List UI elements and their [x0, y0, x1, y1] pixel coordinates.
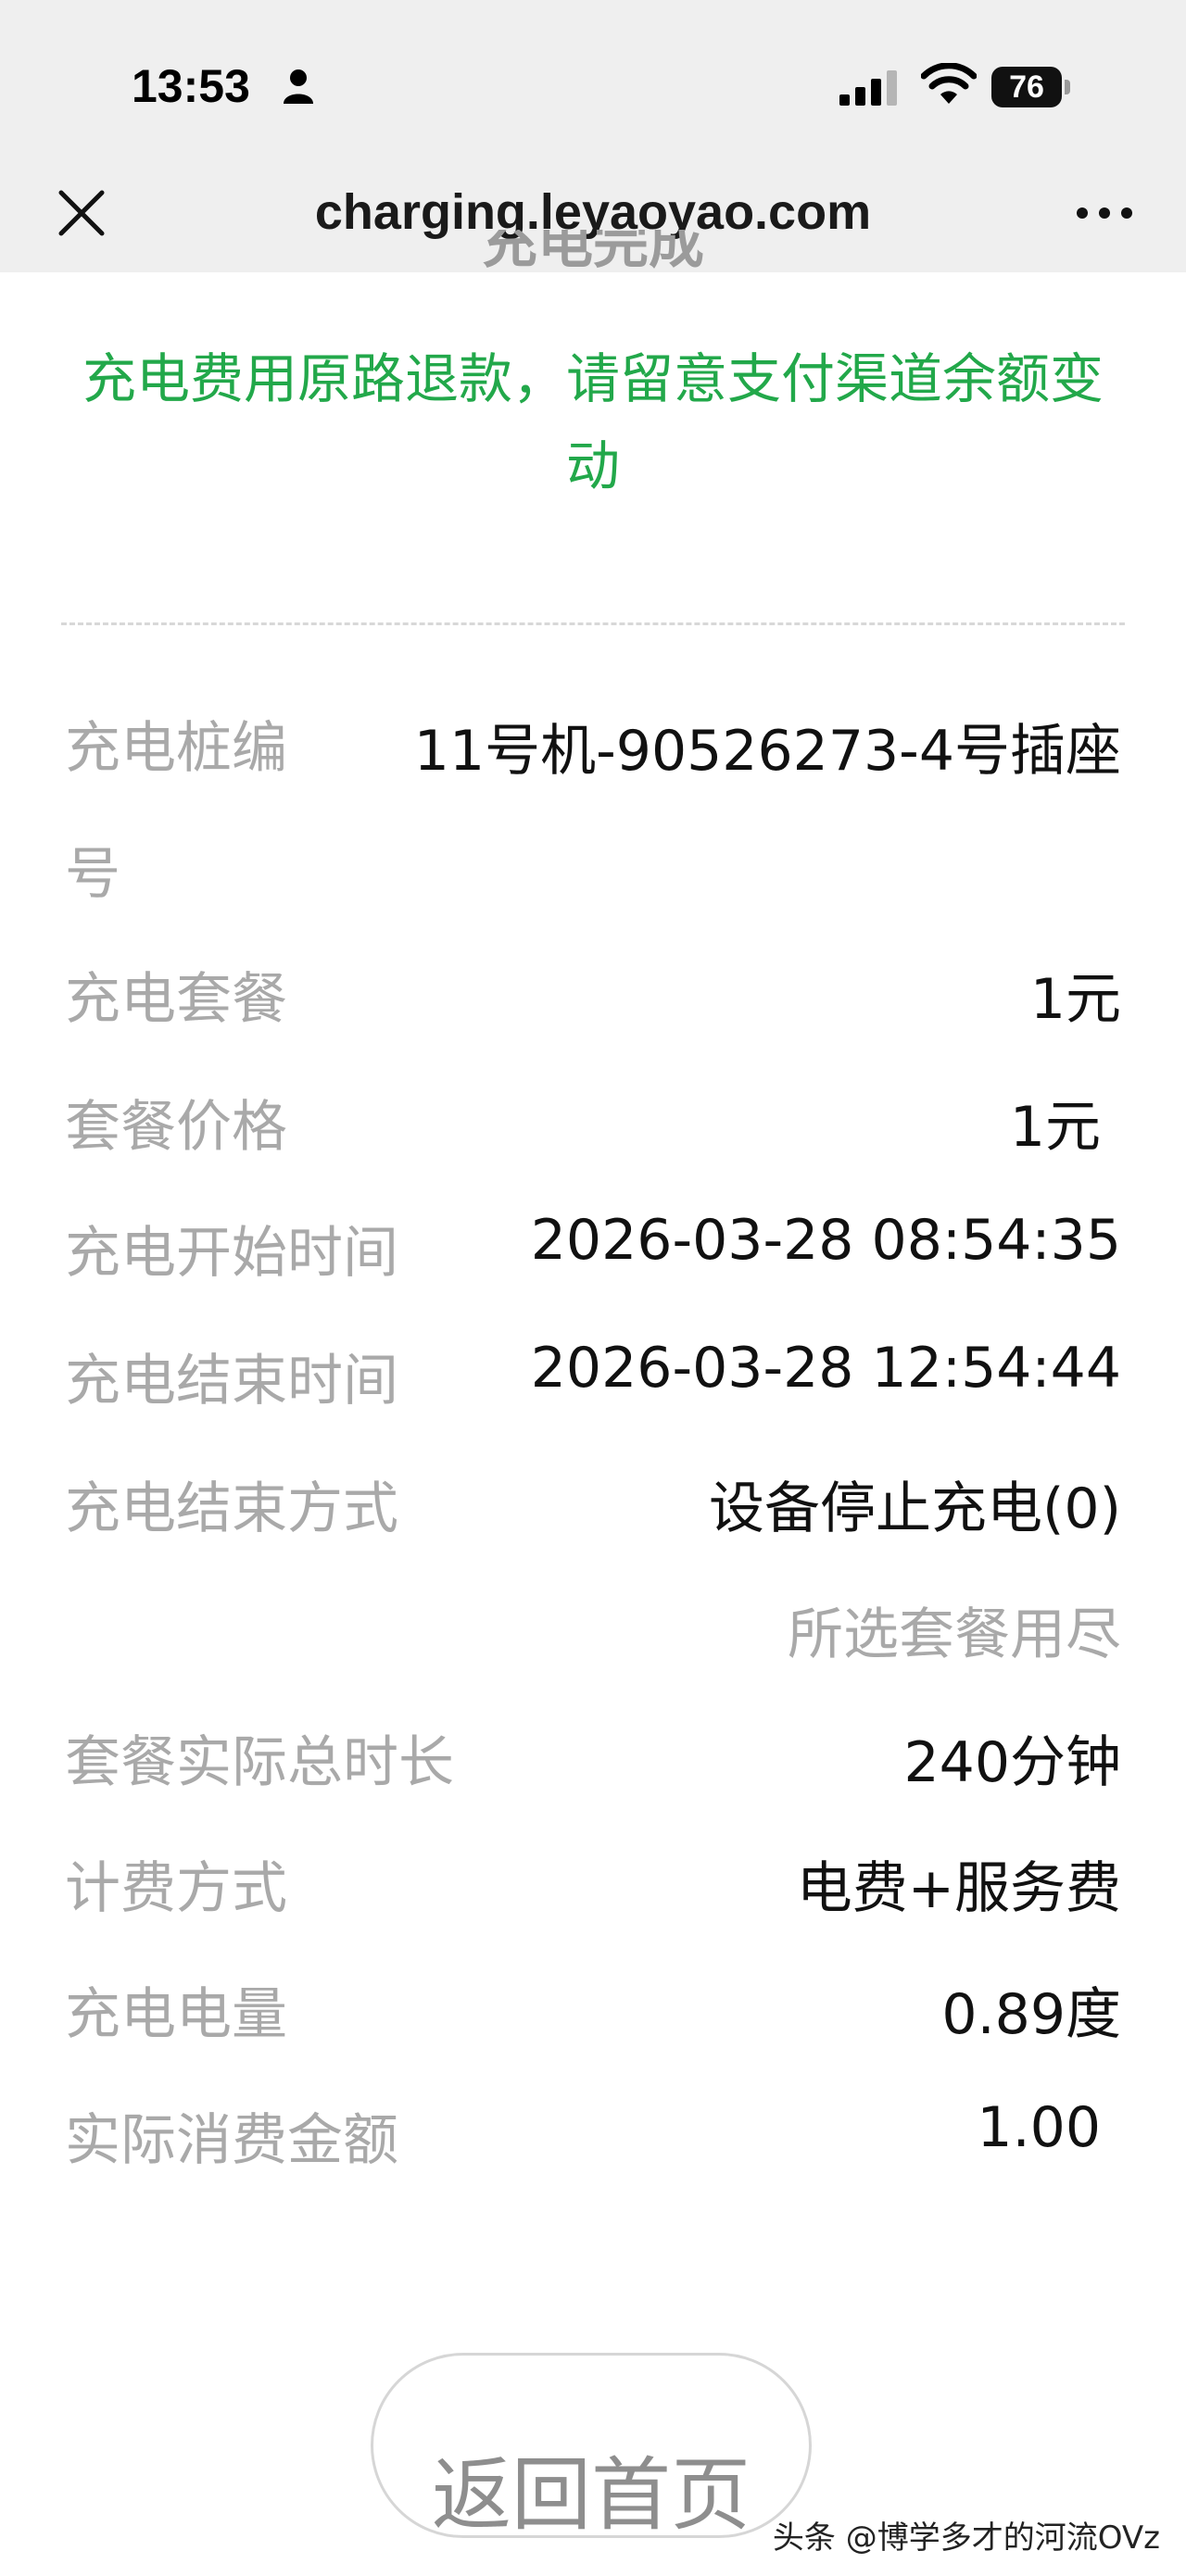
detail-value: 2026-03-28 08:54:35 — [530, 1208, 1121, 1273]
page-heading-text: 充电完成 — [482, 230, 704, 272]
detail-note: 所选套餐用尽 — [788, 1602, 1121, 1667]
status-bar: 13:53 76 — [0, 0, 1186, 167]
detail-label: 充电结束方式 — [65, 1476, 398, 1541]
detail-label: 充电结束时间 — [65, 1349, 398, 1414]
wifi-icon — [921, 63, 977, 104]
detail-value: 设备停止充电(0) — [709, 1476, 1121, 1541]
battery-level: 76 — [991, 67, 1062, 107]
refund-notice: 充电费用原路退款，请留意支付渠道余额变动 — [82, 347, 1104, 497]
dashed-divider — [61, 622, 1125, 625]
return-home-button[interactable]: 返回首页 — [371, 2353, 812, 2538]
detail-label: 充电电量 — [65, 1982, 287, 2047]
detail-label: 套餐实际总时长 — [65, 1730, 454, 1795]
detail-label: 套餐价格 — [65, 1095, 287, 1160]
detail-value: 2026-03-28 12:54:44 — [530, 1336, 1121, 1401]
detail-label: 充电套餐 — [65, 967, 287, 1032]
detail-label: 实际消费金额 — [65, 2108, 398, 2173]
detail-value: 1元 — [1029, 967, 1121, 1032]
detail-value: 1元 — [1009, 1095, 1101, 1160]
detail-value: 11号机-90526273-4号插座 — [413, 719, 1121, 784]
detail-label: 充电桩编号 — [65, 716, 287, 907]
detail-label: 充电开始时间 — [65, 1221, 398, 1286]
page-heading: 充电完成 — [0, 230, 1186, 272]
detail-row-pile-number: 充电桩编号 11号机-90526273-4号插座 — [65, 697, 1121, 947]
detail-value: 1.00 — [977, 2095, 1101, 2160]
return-home-label: 返回首页 — [432, 2449, 751, 2538]
battery-icon: 76 — [991, 67, 1070, 107]
detail-label: 计费方式 — [65, 1856, 287, 1921]
status-time: 13:53 — [132, 60, 250, 112]
detail-value: 240分钟 — [903, 1730, 1121, 1795]
more-icon[interactable] — [1075, 195, 1134, 232]
battery-tip — [1065, 80, 1070, 94]
detail-value: 电费+服务费 — [796, 1856, 1121, 1921]
watermark: 头条 @博学多才的河流OVz — [772, 2519, 1160, 2557]
person-icon — [284, 69, 313, 104]
detail-value: 0.89度 — [941, 1982, 1121, 2047]
signal-icon — [839, 70, 897, 106]
